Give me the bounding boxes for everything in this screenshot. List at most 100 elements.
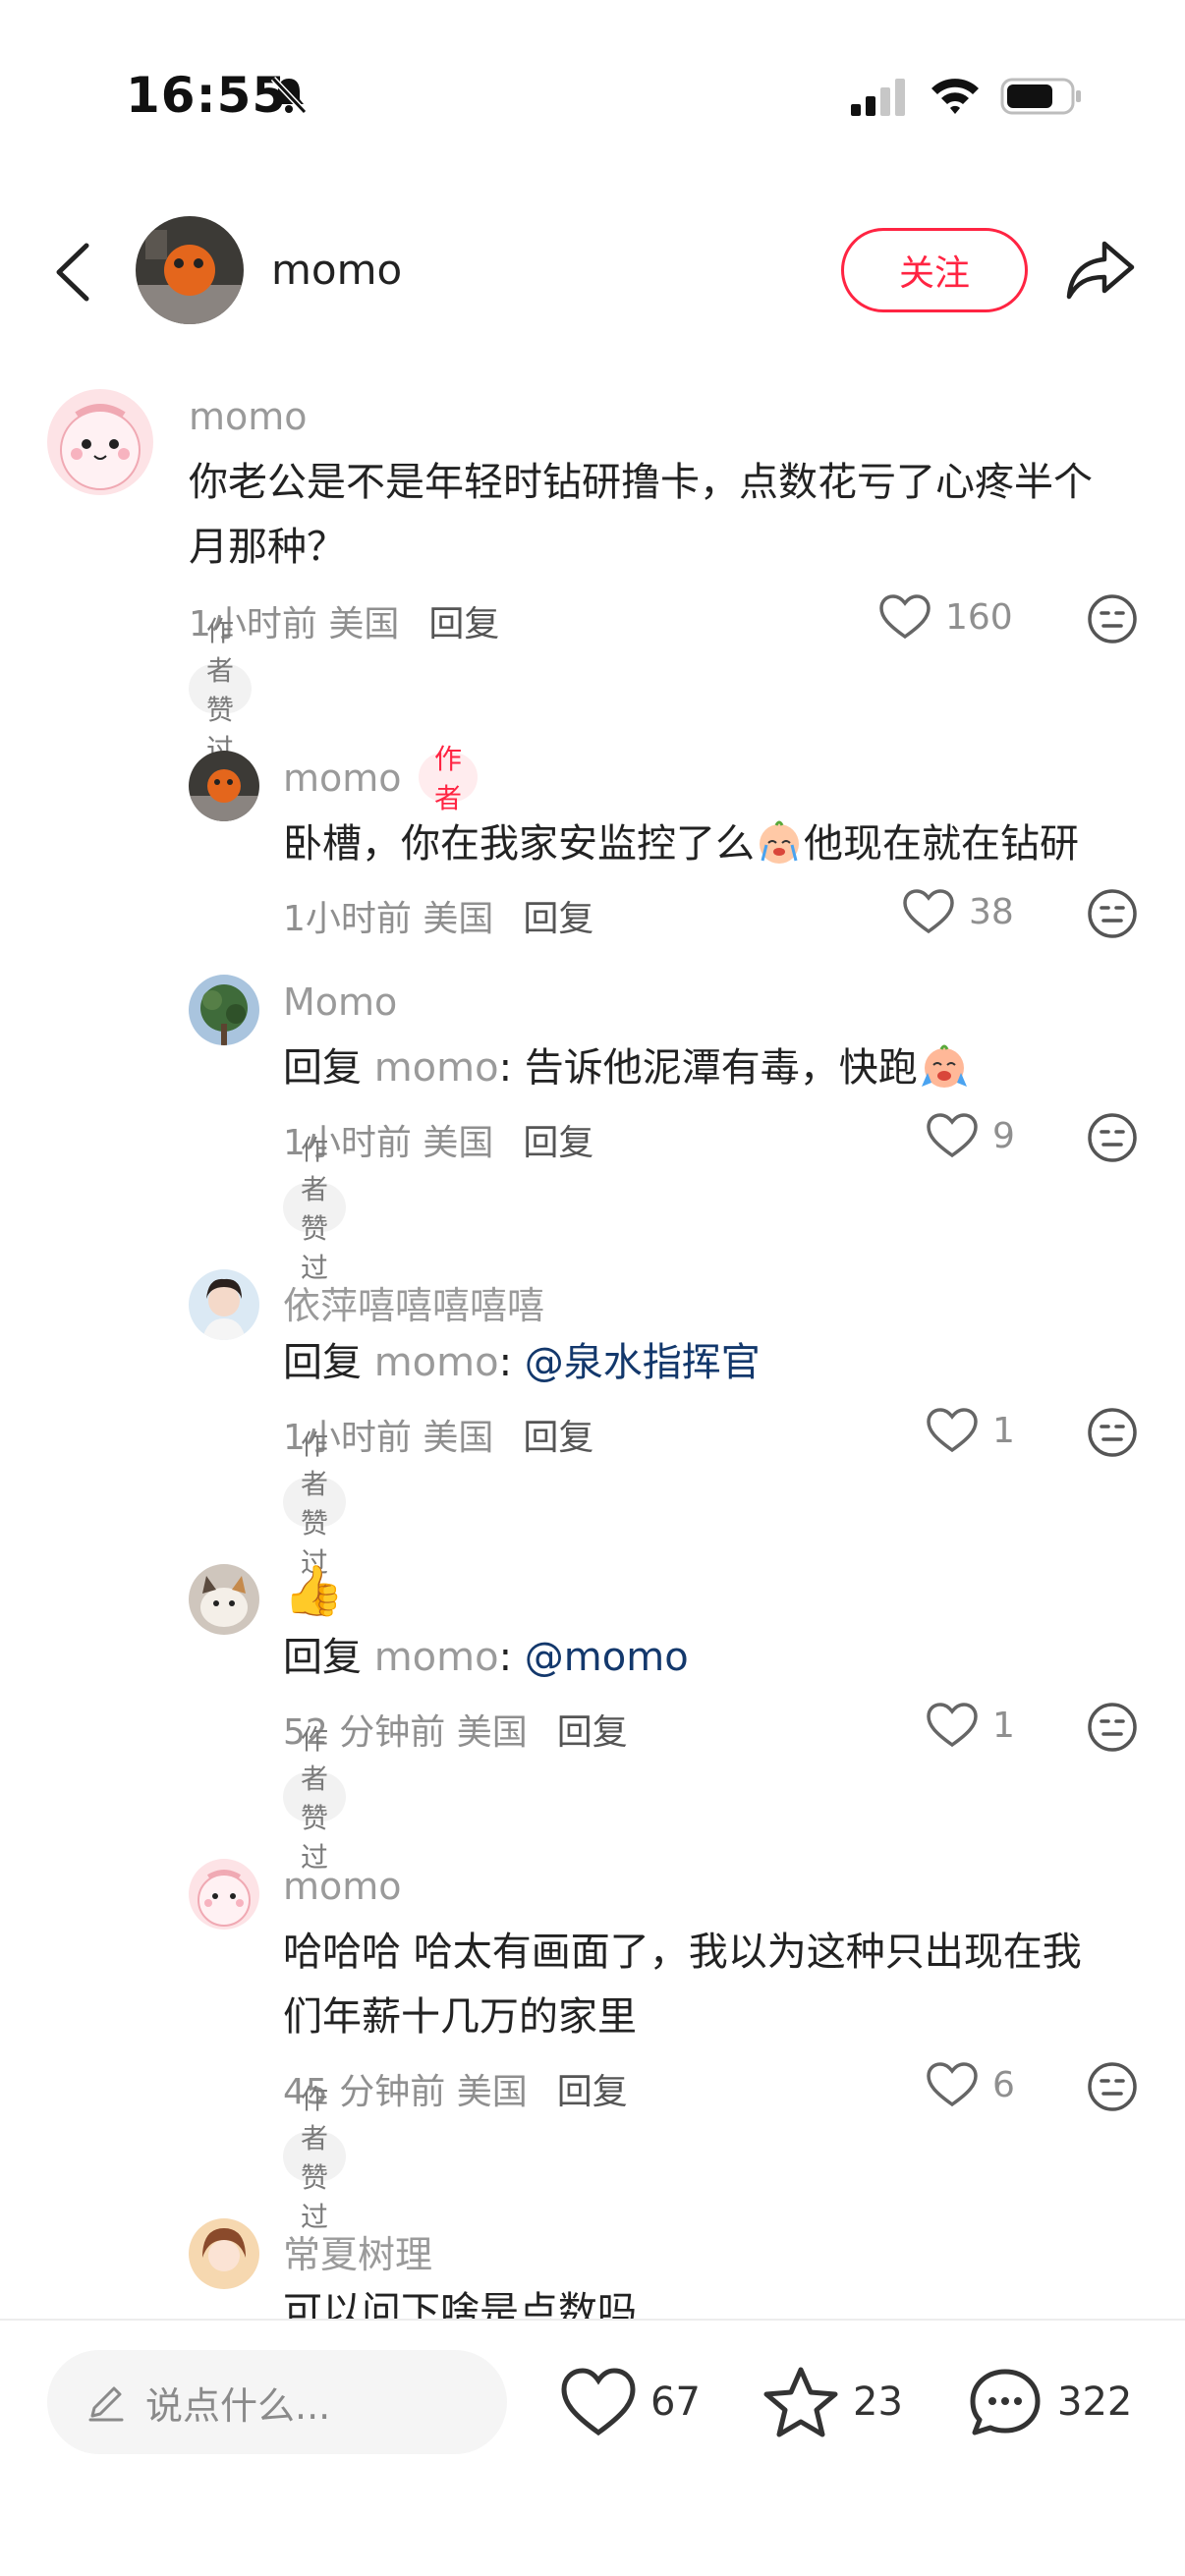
post-like-button[interactable]: 67 [560, 2366, 701, 2438]
comment-text-part: : 告诉他泥潭有毒，快跑 [498, 1045, 918, 1091]
comment-text-line: 月那种？ [189, 525, 346, 570]
commenter-name[interactable]: momo [283, 756, 402, 800]
like-button[interactable]: 9 [926, 1112, 1015, 1159]
dislike-face-icon[interactable] [1087, 2061, 1138, 2112]
heart-icon [903, 889, 954, 934]
chat-bubble-icon [970, 2369, 1041, 2436]
star-icon [763, 2367, 838, 2437]
mention-link[interactable]: @momo [525, 1635, 689, 1680]
commenter-name[interactable]: momo [189, 395, 308, 438]
portrait-avatar-image [189, 2218, 259, 2289]
comment-meta: 1小时前 美国 回复 [283, 1409, 593, 1460]
author-liked-badge: 作者赞过 [283, 1134, 347, 1284]
author-liked-badge: 作者赞过 [283, 1428, 347, 1579]
commenter-avatar[interactable] [189, 1564, 259, 1635]
reply-prefix: 回复 [283, 1045, 362, 1091]
follow-button[interactable]: 关注 [841, 228, 1028, 312]
comment-input-placeholder: 说点什么... [145, 2383, 331, 2428]
author-liked-badge: 作者赞过 [283, 2083, 347, 2233]
reply-button[interactable]: 回复 [523, 1418, 593, 1458]
cat-avatar-image [189, 1564, 259, 1635]
pink-blob-avatar-image [47, 389, 153, 495]
comment-text: 回复 momo: @momo [283, 1625, 689, 1690]
like-button[interactable]: 160 [878, 593, 1013, 641]
crying-emoji-icon [760, 820, 799, 864]
commenter-avatar[interactable] [47, 389, 153, 495]
like-count: 1 [992, 1705, 1015, 1746]
mute-bell-icon [270, 76, 308, 115]
profile-header: momo 关注 [0, 206, 1185, 334]
comment-count: 322 [1057, 2380, 1133, 2425]
comment-text-line: 哈哈哈 哈太有画面了，我以为这种只出现在我 [283, 1930, 1082, 1975]
like-count: 1 [992, 1410, 1015, 1451]
cellular-signal-icon [851, 79, 905, 116]
commenter-name[interactable]: 常夏树理 [283, 2224, 432, 2278]
heart-icon [927, 1113, 978, 1158]
back-arrow-icon[interactable] [49, 240, 98, 305]
heart-icon [561, 2368, 636, 2436]
crying-emoji-icon [921, 1044, 967, 1088]
reply-to-user[interactable]: momo [374, 1045, 499, 1091]
like-count: 6 [992, 2064, 1015, 2105]
comment-meta: 1小时前 美国 回复 [189, 595, 499, 646]
comment-meta: 52 分钟前 美国 回复 [283, 1704, 628, 1755]
dislike-face-icon[interactable] [1087, 1407, 1138, 1458]
author-name[interactable]: momo [271, 246, 402, 294]
heart-icon [927, 1408, 978, 1453]
like-count: 160 [945, 596, 1013, 638]
reply-to-user[interactable]: momo [374, 1635, 499, 1680]
status-bar: 16:55 [0, 0, 1185, 187]
author-avatar-image [136, 216, 244, 324]
commenter-name[interactable]: 依萍嘻嘻嘻嘻嘻 [283, 1275, 544, 1329]
heart-icon [927, 1703, 978, 1748]
reply-button[interactable]: 回复 [523, 899, 593, 939]
comment-text: 回复 momo: 告诉他泥潭有毒，快跑 [283, 1036, 971, 1100]
author-tag: 作者 [419, 743, 479, 814]
dislike-face-icon[interactable] [1087, 1112, 1138, 1163]
share-icon[interactable] [1065, 238, 1136, 303]
comments-button[interactable]: 322 [967, 2366, 1132, 2438]
commenter-avatar[interactable] [189, 2218, 259, 2289]
dislike-face-icon[interactable] [1087, 888, 1138, 939]
reply-button[interactable]: 回复 [557, 2072, 628, 2112]
like-button[interactable]: 38 [902, 888, 1014, 935]
comment-text: 回复 momo: @泉水指挥官 [283, 1330, 761, 1395]
dislike-face-icon[interactable] [1087, 1702, 1138, 1753]
reply-button[interactable]: 回复 [428, 604, 499, 644]
commenter-name[interactable]: Momo [283, 980, 397, 1024]
battery-icon [1000, 78, 1081, 115]
like-button[interactable]: 1 [926, 1407, 1015, 1454]
comment-text: 哈哈哈 哈太有画面了，我以为这种只出现在我 们年薪十几万的家里 [283, 1920, 1082, 2049]
portrait-avatar-image [189, 1269, 259, 1340]
reply-button[interactable]: 回复 [523, 1123, 593, 1163]
comment-text-line: 你老公是不是年轻时钻研撸卡，点数花亏了心疼半个 [189, 460, 1093, 505]
author-liked-badge: 作者赞过 [189, 615, 253, 765]
bottom-action-bar: 说点什么... 67 23 322 [0, 2319, 1185, 2576]
dislike-face-icon[interactable] [1087, 593, 1138, 644]
commenter-avatar[interactable] [189, 975, 259, 1045]
like-count: 38 [969, 891, 1014, 932]
comment-text: 卧槽，你在我家安监控了么 他现在就在钻研 [283, 812, 1079, 876]
comment-input[interactable]: 说点什么... [47, 2350, 507, 2454]
reply-to-user[interactable]: momo [374, 1340, 499, 1385]
comment-text-part: 卧槽，你在我家安监控了么 [283, 821, 755, 867]
reply-prefix: 回复 [283, 1340, 362, 1385]
author-liked-badge: 作者赞过 [283, 1723, 347, 1874]
author-avatar[interactable] [136, 216, 244, 324]
mention-link[interactable]: @泉水指挥官 [525, 1340, 761, 1385]
commenter-avatar[interactable] [189, 751, 259, 821]
pencil-icon [88, 2386, 124, 2422]
reply-button[interactable]: 回复 [557, 1712, 628, 1753]
like-button[interactable]: 1 [926, 1702, 1015, 1749]
wifi-icon [931, 79, 979, 114]
like-button[interactable]: 6 [926, 2061, 1015, 2108]
commenter-name[interactable]: 👍 [283, 1562, 344, 1620]
commenter-avatar[interactable] [189, 1269, 259, 1340]
post-like-count: 67 [650, 2380, 701, 2425]
commenter-name[interactable]: momo [283, 1865, 402, 1908]
comment-text-part: : [498, 1340, 525, 1385]
like-count: 9 [992, 1115, 1015, 1156]
commenter-avatar[interactable] [189, 1859, 259, 1930]
favorite-button[interactable]: 23 [762, 2366, 903, 2438]
status-time: 16:55 [126, 67, 288, 124]
